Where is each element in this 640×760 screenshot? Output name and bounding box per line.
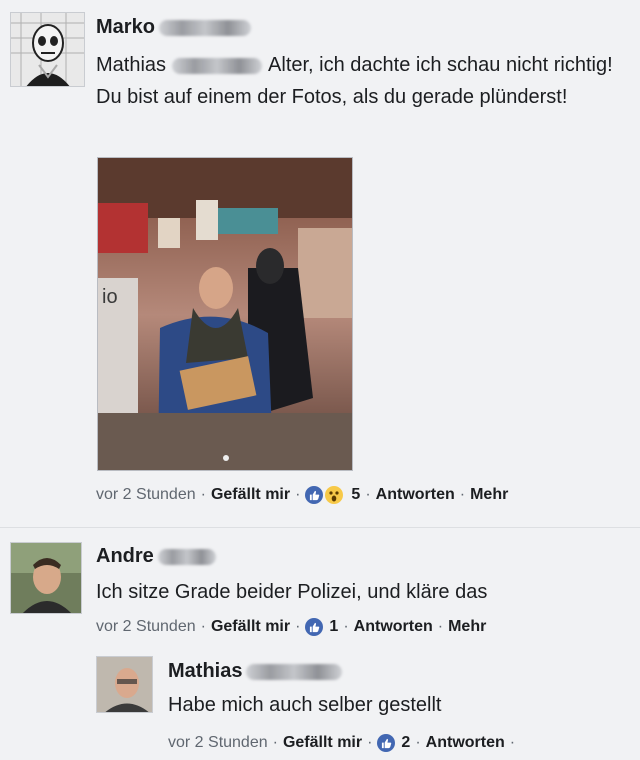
comment-author[interactable]: Mathias [168,660,343,683]
comment-text: Habe mich auch selber gestellt [168,694,442,716]
tagged-user[interactable]: Mathias [96,54,166,76]
timestamp[interactable]: vor 2 Stunden [96,486,196,504]
redaction-blur [172,57,263,74]
reply-button[interactable]: Antworten [376,486,455,504]
timestamp[interactable]: vor 2 Stunden [96,618,196,636]
timestamp[interactable]: vor 2 Stunden [168,734,268,752]
avatar[interactable] [96,656,153,713]
more-button[interactable]: Mehr [448,618,486,636]
avatar[interactable] [10,12,85,87]
more-button[interactable]: Mehr [470,486,508,504]
like-icon [305,618,324,636]
redaction-blur [246,663,343,680]
comment-author[interactable]: Andre [96,545,216,568]
comment-meta: vor 2 Stunden · Gefällt mir · 1 · Antwor… [96,618,487,636]
redaction-blur [157,548,216,565]
like-icon [377,734,396,752]
divider [0,527,640,528]
like-button[interactable]: Gefällt mir [283,734,362,752]
like-icon [305,486,324,504]
reaction-count[interactable]: 1 [329,618,338,636]
like-button[interactable]: Gefällt mir [211,618,290,636]
avatar[interactable] [10,542,82,614]
reaction-count[interactable]: 5 [351,486,360,504]
redaction-blur [158,19,251,36]
comment-photo[interactable]: io [97,157,353,471]
comment-meta: vor 2 Stunden · Gefällt mir · 2 · Antwor… [168,734,516,752]
comment-author[interactable]: Marko [96,16,251,39]
comment-meta: vor 2 Stunden · Gefällt mir · 5 · Antwor… [96,486,509,504]
reply-button[interactable]: Antworten [354,618,433,636]
like-button[interactable]: Gefällt mir [211,486,290,504]
comment-text: Mathias Alter, ich dachte ich schau nicht… [96,54,613,108]
reply-button[interactable]: Antworten [426,734,505,752]
reaction-count[interactable]: 2 [401,734,410,752]
wow-icon [325,486,344,504]
comment-text: Ich sitze Grade beider Polizei, und klär… [96,581,488,603]
photo-sign: io [102,286,118,308]
